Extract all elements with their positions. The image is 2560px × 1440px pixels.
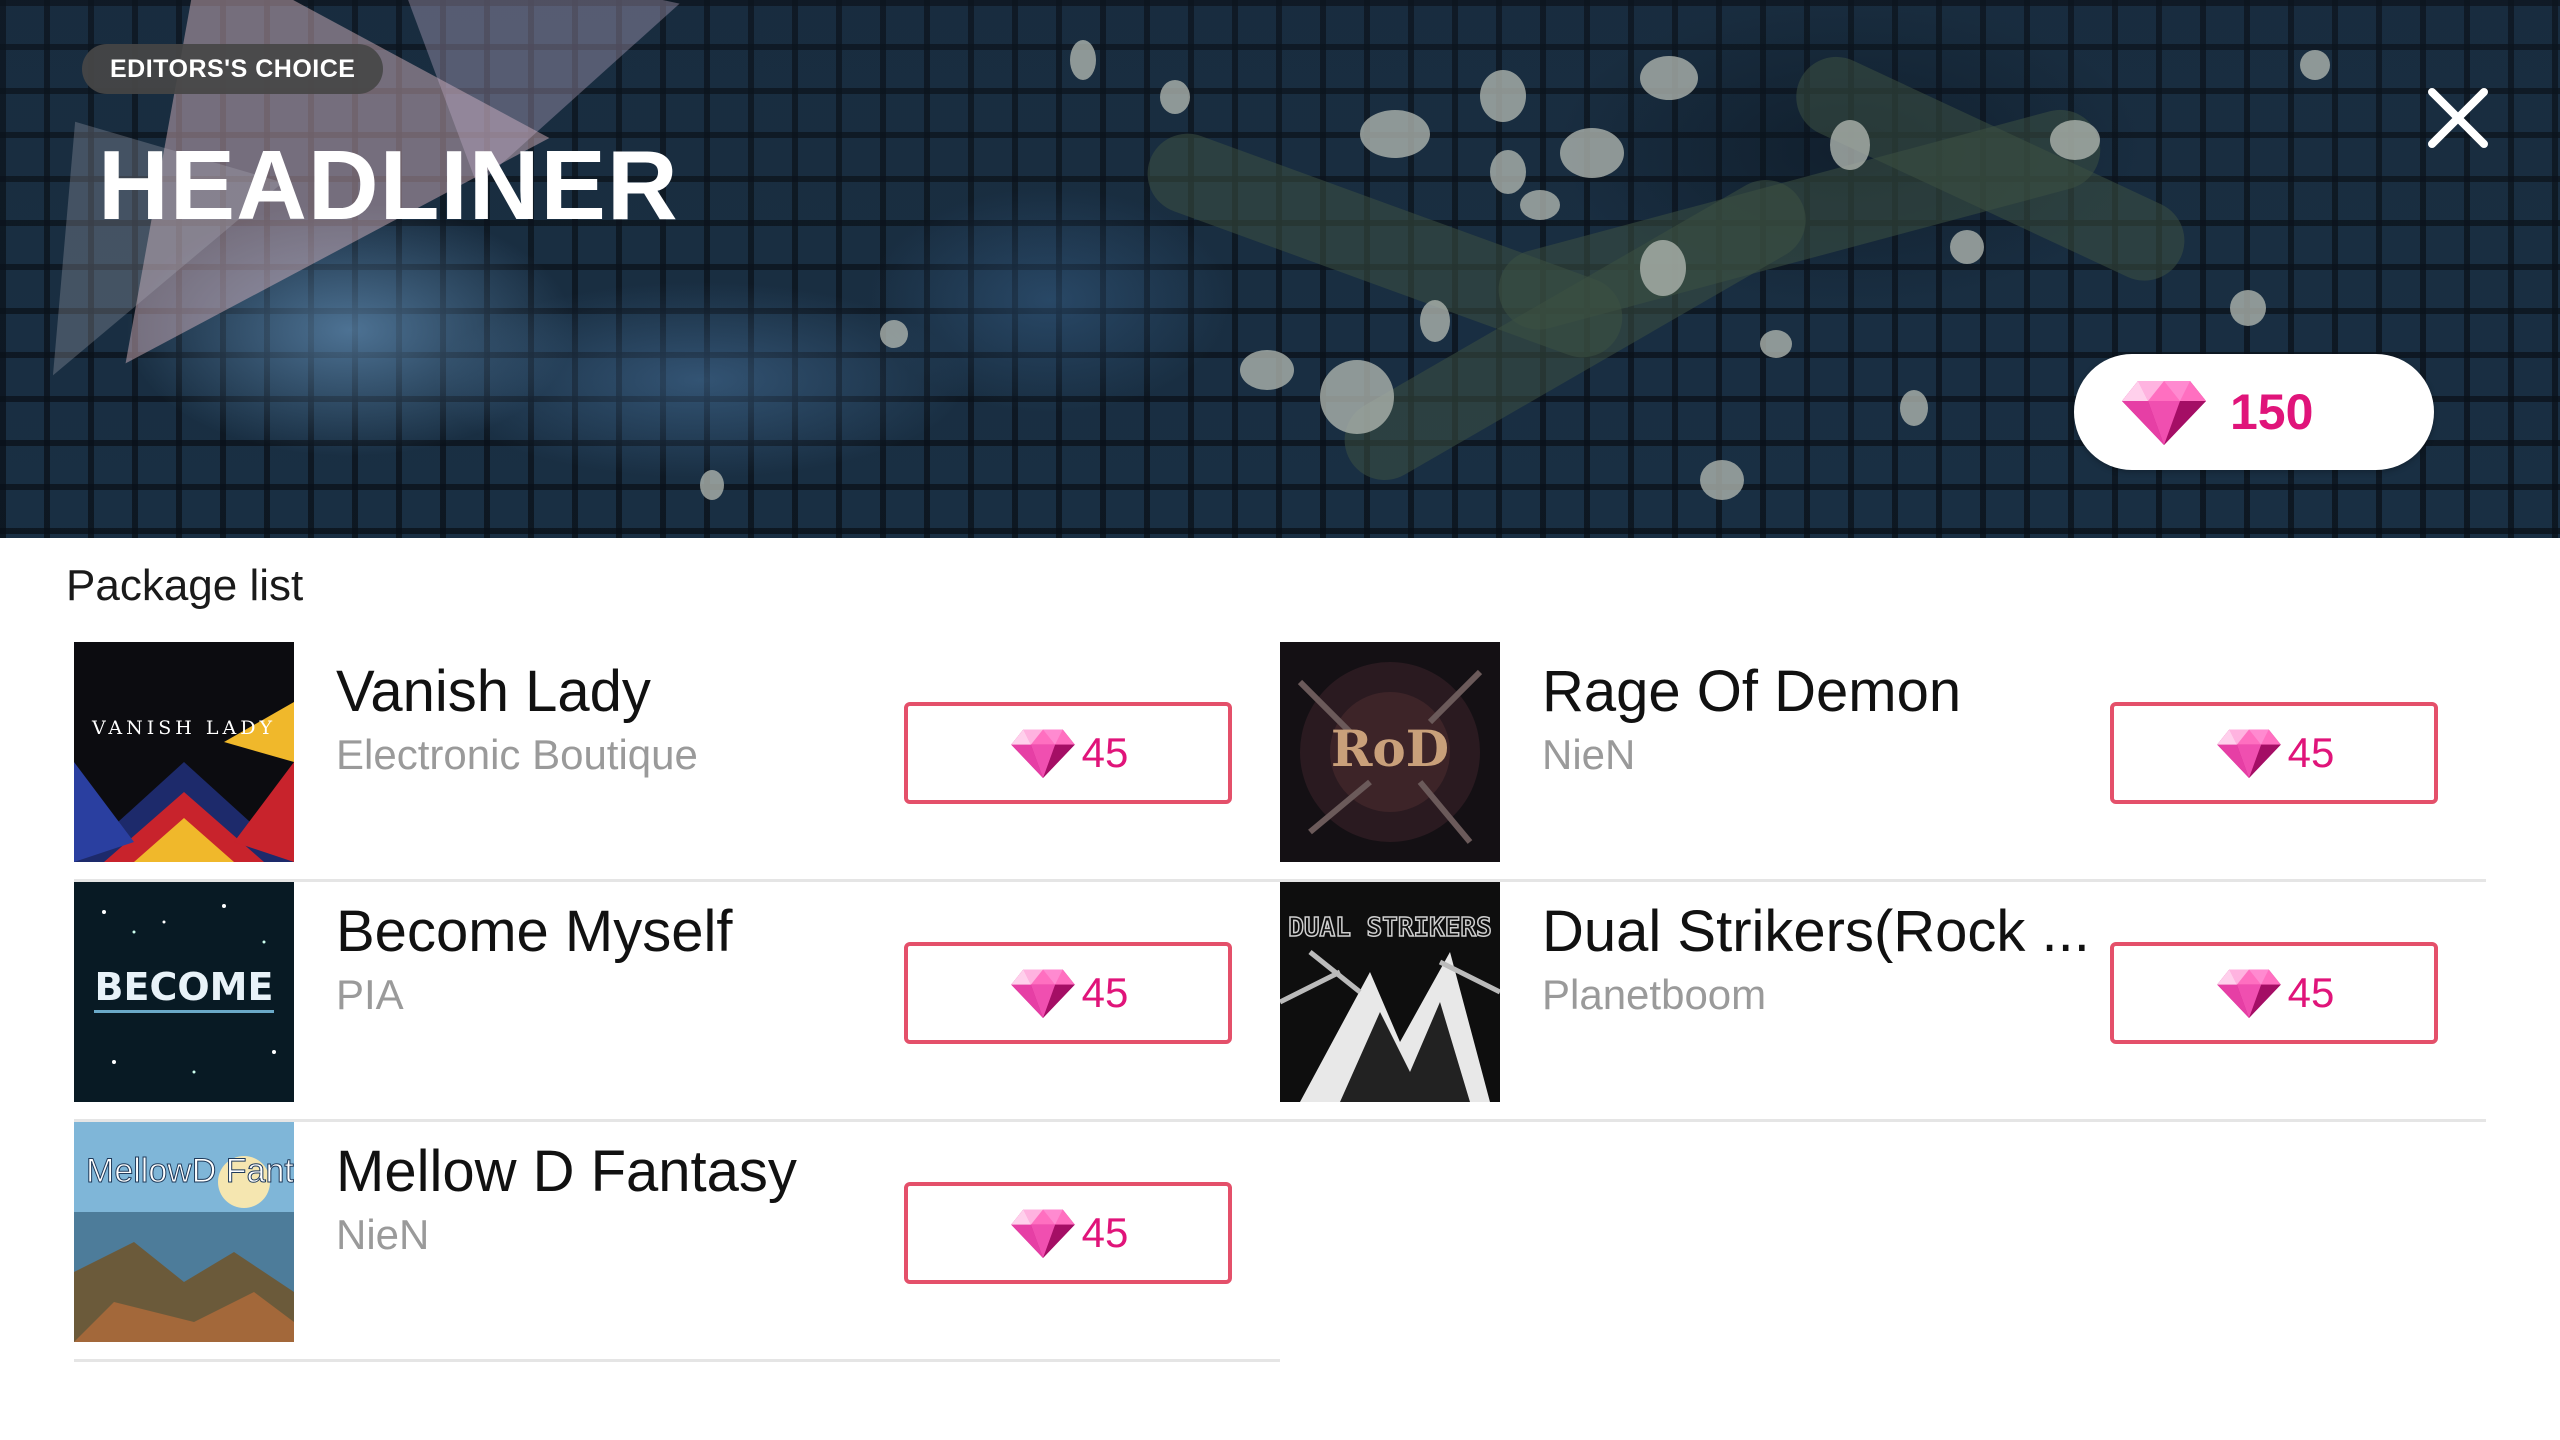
package-item[interactable]: VANISH LADY Vanish Lady Electronic Bouti… (74, 642, 1280, 882)
price-value: 45 (1081, 969, 1129, 1016)
close-icon (2418, 78, 2498, 158)
price-value: 45 (1081, 1209, 1129, 1256)
banner-paint-splat (2230, 290, 2266, 326)
editors-choice-badge: EDITORS'S CHOICE (82, 44, 384, 94)
banner-paint-splat (1640, 240, 1686, 296)
banner-paint-splat (1950, 230, 1984, 264)
gem-icon (1008, 965, 1078, 1021)
headliner-banner: EDITORS'S CHOICE HEADLINER 150 (0, 0, 2560, 538)
banner-paint-splat (1640, 56, 1698, 100)
price-value: 45 (2287, 969, 2335, 1016)
banner-paint-splat (2050, 120, 2100, 160)
banner-paint-splat (1900, 390, 1928, 426)
package-item[interactable]: BECOME Become Myself PIA 45 (74, 882, 1280, 1122)
price-value: 45 (1081, 729, 1129, 776)
banner-paint-splat (1520, 190, 1560, 220)
banner-paint-splat (1360, 110, 1430, 158)
banner-paint-splat (1420, 300, 1450, 342)
album-cover-text: MellowD Fantasy (86, 1152, 294, 1190)
banner-paint-splat (1320, 360, 1394, 434)
banner-paint-splat (1830, 120, 1870, 170)
package-list-title: Package list (66, 561, 304, 610)
package-title: Become Myself (336, 899, 733, 964)
row-divider (1280, 1119, 2486, 1122)
banner-paint-splat (1480, 70, 1526, 122)
album-cover: RoD (1280, 642, 1500, 862)
album-cover: MellowD Fantasy (74, 1122, 294, 1342)
banner-paint-splat (1760, 330, 1792, 358)
package-artist: NieN (336, 1211, 430, 1258)
package-artist: Electronic Boutique (336, 731, 698, 778)
banner-paint-splat (1700, 460, 1744, 500)
buy-button[interactable]: 45 (904, 1182, 1232, 1284)
package-artist: NieN (1542, 731, 1636, 778)
package-dialog: EDITORS'S CHOICE HEADLINER 150 Package l… (0, 0, 2560, 1440)
album-cover: BECOME (74, 882, 294, 1102)
buy-button[interactable]: 45 (904, 702, 1232, 804)
package-artist: Planetboom (1542, 971, 1767, 1018)
price-value: 45 (2287, 729, 2335, 776)
album-cover-text: BECOME (95, 965, 274, 1009)
gem-icon (2214, 725, 2284, 781)
album-cover: VANISH LADY (74, 642, 294, 862)
banner-paint-splat (880, 320, 908, 348)
package-title: Mellow D Fantasy (336, 1139, 797, 1204)
banner-paint-splat (1240, 350, 1294, 390)
buy-button[interactable]: 45 (904, 942, 1232, 1044)
album-cover-text: RoD (1331, 719, 1449, 778)
album-cover-text: VANISH LADY (91, 717, 276, 739)
row-divider (74, 1359, 1280, 1362)
gem-balance: 150 (2074, 354, 2434, 470)
banner-title: HEADLINER (98, 130, 679, 240)
package-title: Rage Of Demon (1542, 659, 1962, 724)
package-item[interactable]: DUAL STRIKERS Dual Strikers(Rock ... Pla… (1280, 882, 2486, 1122)
package-title: Vanish Lady (336, 659, 651, 724)
banner-paint-splat (1070, 40, 1096, 80)
gem-icon (1008, 725, 1078, 781)
gem-icon (2214, 965, 2284, 1021)
close-button[interactable] (2418, 78, 2498, 158)
package-item[interactable]: MellowD Fantasy Mellow D Fantasy NieN 45 (74, 1122, 1280, 1362)
gem-icon (1008, 1205, 1078, 1261)
package-item[interactable]: RoD Rage Of Demon NieN 45 (1280, 642, 2486, 882)
package-artist: PIA (336, 971, 404, 1018)
banner-paint-splat (1560, 128, 1624, 178)
gem-icon (2118, 375, 2210, 449)
album-cover: DUAL STRIKERS (1280, 882, 1500, 1102)
buy-button[interactable]: 45 (2110, 702, 2438, 804)
gem-balance-value: 150 (2230, 384, 2314, 440)
banner-paint-splat (700, 470, 724, 500)
banner-paint-splat (1490, 150, 1526, 194)
package-title: Dual Strikers(Rock ... (1542, 899, 2090, 964)
banner-paint-splat (1160, 80, 1190, 114)
buy-button[interactable]: 45 (2110, 942, 2438, 1044)
banner-paint-splat (2300, 50, 2330, 80)
album-cover-text: DUAL STRIKERS (1288, 913, 1492, 943)
